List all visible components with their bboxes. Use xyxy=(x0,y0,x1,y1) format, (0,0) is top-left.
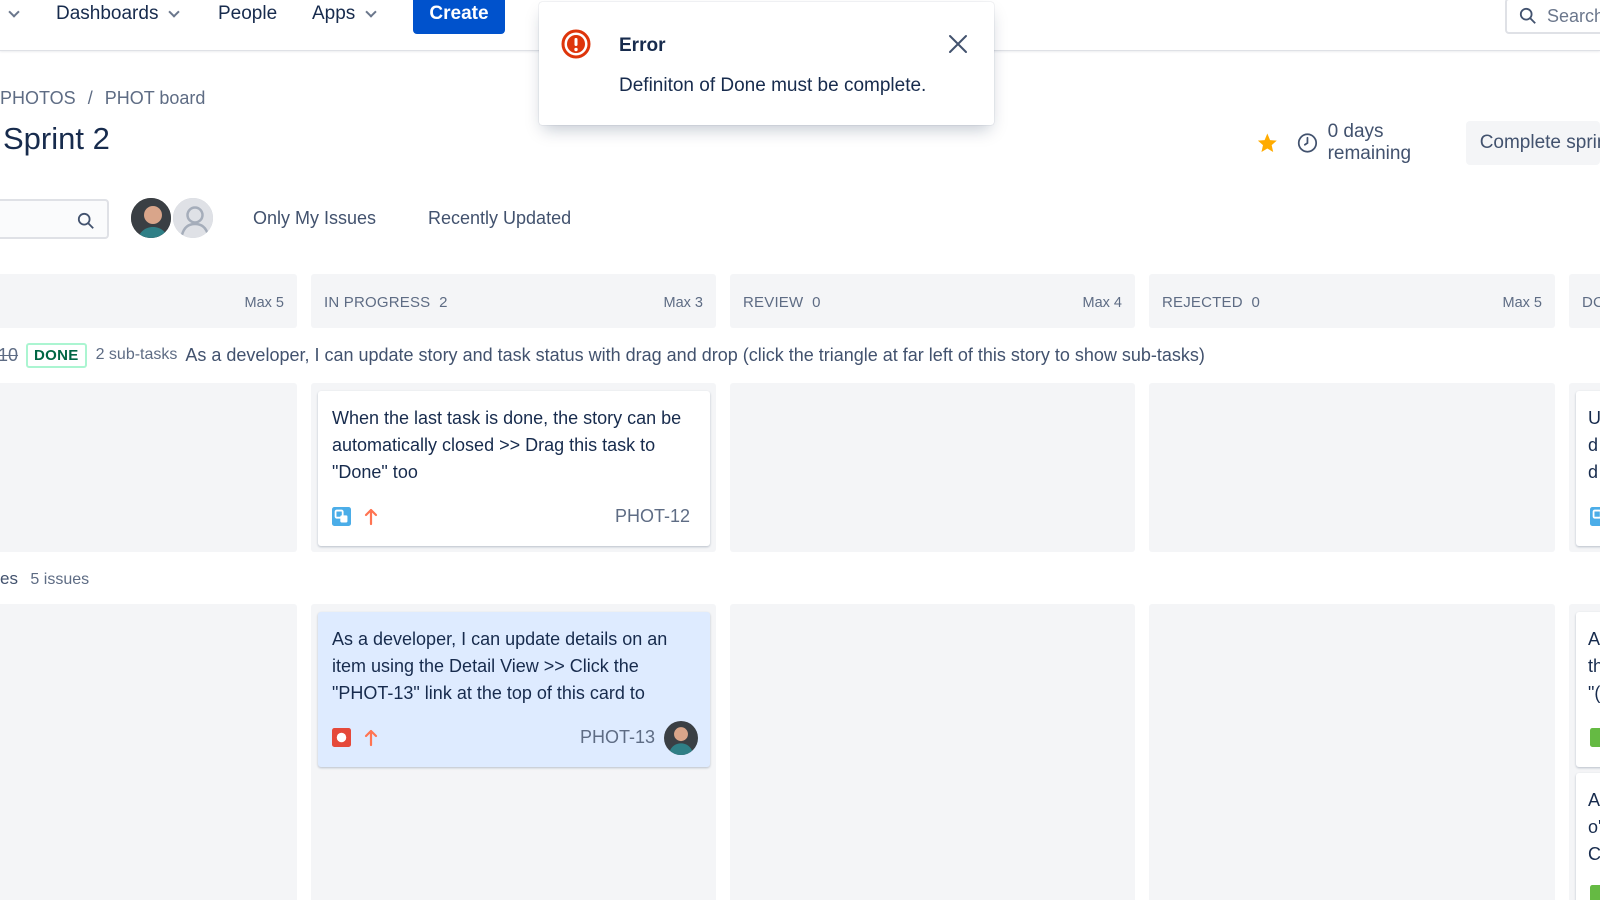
breadcrumb-board[interactable]: PHOT board xyxy=(105,88,206,109)
status-badge: DONE xyxy=(26,342,87,368)
subtask-count: 2 sub-tasks xyxy=(95,346,178,363)
days-remaining: 0 days remaining xyxy=(1327,121,1412,164)
chevron-down-icon xyxy=(365,5,377,18)
search-icon xyxy=(1519,7,1536,24)
card-summary-line: U xyxy=(1588,408,1600,428)
breadcrumb-separator: / xyxy=(87,88,93,108)
column-header-review: REVIEW 0 Max 4 xyxy=(730,274,1135,328)
column-header-todo: Max 5 xyxy=(0,274,297,328)
flag-message: Definiton of Done must be complete. xyxy=(619,75,927,96)
issue-card-partial[interactable]: A th "( xyxy=(1576,612,1600,767)
column-max: Max 5 xyxy=(1502,295,1543,311)
issue-card-partial[interactable]: A o' C xyxy=(1576,773,1600,900)
card-key[interactable]: PHOT-12 xyxy=(615,506,690,527)
nav-dashboards[interactable]: Dashboards xyxy=(56,0,181,28)
column-cell xyxy=(1149,383,1555,552)
sprint-actions: 0 days remaining Complete sprint xyxy=(1256,121,1600,165)
card-summary: As a developer, I can update details on … xyxy=(332,629,668,703)
breadcrumb-project[interactable]: PHOTOS xyxy=(0,88,76,109)
avatar-unassigned[interactable] xyxy=(171,196,215,240)
card-summary: A o' C xyxy=(1588,787,1600,868)
flag-title: Error xyxy=(619,35,666,56)
clock-icon xyxy=(1297,133,1317,153)
priority-high-icon xyxy=(364,508,378,525)
issue-card-phot-12[interactable]: When the last task is done, the story ca… xyxy=(318,391,710,546)
card-icons xyxy=(332,507,379,526)
story-icon xyxy=(1590,728,1600,747)
nav-apps[interactable]: Apps xyxy=(312,0,377,28)
only-my-issues-filter[interactable]: Only My Issues xyxy=(253,208,376,229)
error-flag: Error Definiton of Done must be complete… xyxy=(539,2,994,125)
search-placeholder: Search xyxy=(1547,5,1600,26)
card-icons xyxy=(332,728,379,747)
card-summary-line: o' xyxy=(1588,817,1600,837)
column-name: REJECTED 0 xyxy=(1162,294,1261,311)
user-photo-icon xyxy=(131,198,171,238)
column-cell xyxy=(0,383,297,552)
card-summary: U d d xyxy=(1588,405,1600,486)
card-summary-line: A xyxy=(1588,629,1600,649)
card-summary-line: C xyxy=(1588,844,1600,864)
bug-icon xyxy=(332,728,351,747)
error-icon xyxy=(561,29,591,59)
nav-people-label: People xyxy=(218,3,278,24)
nav-apps-label: Apps xyxy=(312,3,356,24)
story-key[interactable]: 10 xyxy=(0,345,18,366)
swimlane-header-story[interactable]: 10 DONE 2 sub-tasks As a developer, I ca… xyxy=(0,342,1205,368)
card-summary-line: d xyxy=(1588,462,1599,482)
card-summary: A th "( xyxy=(1588,626,1600,707)
user-photo-icon xyxy=(664,721,698,755)
recently-updated-filter[interactable]: Recently Updated xyxy=(428,208,571,229)
user-icon xyxy=(173,198,213,238)
chevron-down-icon xyxy=(8,5,20,18)
breadcrumb: PHOTOS / PHOT board xyxy=(0,88,205,109)
column-cell xyxy=(730,383,1135,552)
card-summary-line: A xyxy=(1588,790,1600,810)
column-cell xyxy=(1149,604,1555,900)
issue-count: 5 issues xyxy=(30,571,90,588)
assignee-avatar[interactable] xyxy=(664,721,698,755)
nav-people[interactable]: People xyxy=(218,0,277,28)
issue-card-partial[interactable]: U d d xyxy=(1576,391,1600,546)
column-max: Max 4 xyxy=(1082,295,1123,311)
column-cell xyxy=(730,604,1135,900)
swimlane-header-issues[interactable]: es 5 issues xyxy=(0,569,89,589)
story-icon xyxy=(1590,885,1600,900)
column-cell xyxy=(0,604,297,900)
page-title: Sprint 2 xyxy=(3,121,110,156)
card-key[interactable]: PHOT-13 xyxy=(580,727,655,748)
swimlane-title: es xyxy=(0,569,18,588)
card-summary-line: th xyxy=(1588,656,1600,676)
column-max: Max 5 xyxy=(244,295,285,311)
avatar[interactable] xyxy=(129,196,173,240)
chevron-down-icon xyxy=(168,5,181,18)
search-icon xyxy=(77,212,94,229)
close-icon[interactable] xyxy=(947,33,969,55)
column-header-rejected: REJECTED 0 Max 5 xyxy=(1149,274,1555,328)
complete-sprint-button[interactable]: Complete sprint xyxy=(1465,121,1600,165)
story-summary: As a developer, I can update story and t… xyxy=(185,344,1205,365)
card-summary-line: "( xyxy=(1588,683,1600,703)
column-header-done: DC xyxy=(1569,274,1600,328)
column-header-in-progress: IN PROGRESS 2 Max 3 xyxy=(311,274,716,328)
column-name: DC xyxy=(1582,294,1600,311)
search-input[interactable]: Search xyxy=(1505,0,1600,34)
subtask-icon xyxy=(1590,507,1600,526)
nav-dashboards-label: Dashboards xyxy=(56,3,159,24)
column-name: REVIEW 0 xyxy=(743,294,821,311)
issue-card-phot-13[interactable]: As a developer, I can update details on … xyxy=(318,612,710,767)
nav-projects-chevron[interactable] xyxy=(0,0,20,28)
create-button[interactable]: Create xyxy=(413,0,505,34)
column-name: IN PROGRESS 2 xyxy=(324,294,448,311)
priority-high-icon xyxy=(364,729,378,746)
card-summary: When the last task is done, the story ca… xyxy=(332,408,682,482)
board-filter-input[interactable] xyxy=(0,199,109,239)
subtask-icon xyxy=(332,507,351,526)
column-max: Max 3 xyxy=(663,295,704,311)
star-icon[interactable] xyxy=(1256,130,1279,156)
card-summary-line: d xyxy=(1588,435,1599,455)
